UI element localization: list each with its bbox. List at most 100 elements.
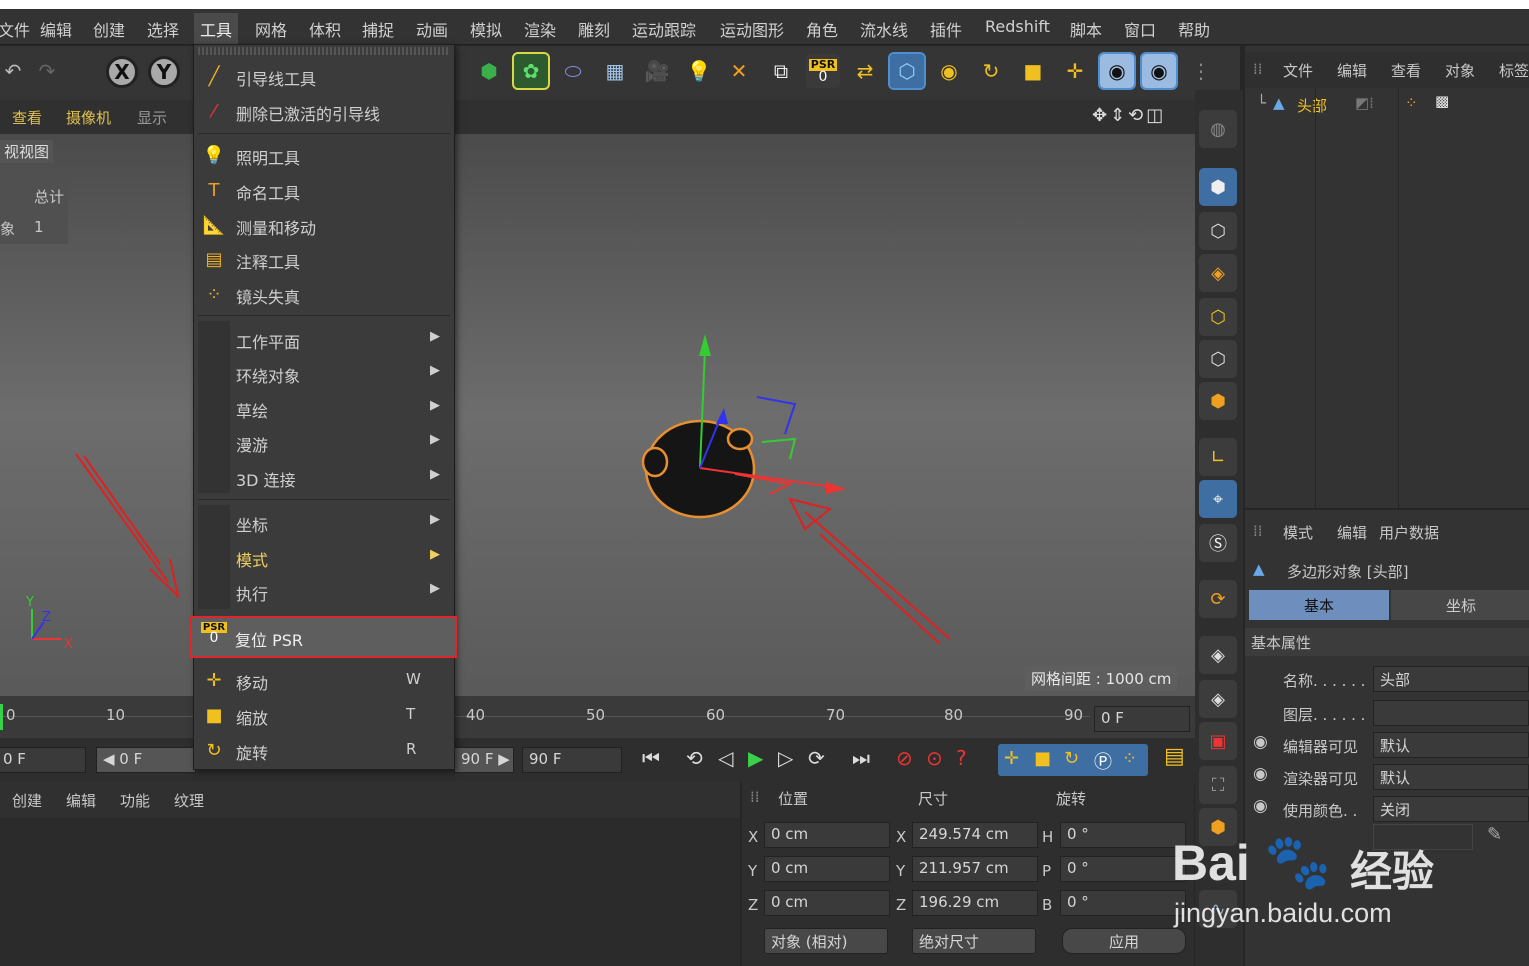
submenu-navigate[interactable]: 漫游 ▶ bbox=[194, 425, 454, 459]
menu-render[interactable]: 渲染 bbox=[524, 17, 556, 41]
workplane-icon[interactable]: ◈ bbox=[1199, 254, 1237, 292]
material-area[interactable] bbox=[0, 818, 740, 966]
move-toolbar-icon[interactable]: ✛ bbox=[1058, 54, 1092, 88]
scene-icon[interactable]: ⧉ bbox=[764, 54, 798, 88]
solo-icon[interactable]: ⬢ bbox=[1199, 808, 1237, 846]
pos-x-field[interactable]: 0 cm bbox=[764, 822, 890, 848]
floor-icon[interactable]: ▦ bbox=[598, 54, 632, 88]
menu-item-annotation[interactable]: ▤ 注释工具 bbox=[194, 242, 454, 276]
size-z-field[interactable]: 196.29 cm bbox=[912, 890, 1038, 916]
menu-edit[interactable]: 编辑 bbox=[40, 17, 72, 41]
playhead[interactable] bbox=[0, 704, 3, 730]
am-menu-edit[interactable]: 编辑 bbox=[1337, 522, 1367, 543]
snap-icon[interactable]: Ⓢ bbox=[1199, 524, 1237, 562]
submenu-coordinates[interactable]: 坐标 ▶ bbox=[194, 505, 454, 539]
next-key-icon[interactable]: ⟳ bbox=[808, 746, 825, 770]
mat-menu-function[interactable]: 功能 bbox=[120, 790, 150, 811]
size-mode-select[interactable]: 绝对尺寸 bbox=[912, 928, 1036, 954]
rotate-toolbar-icon[interactable]: ↻ bbox=[974, 54, 1008, 88]
mat-menu-edit[interactable]: 编辑 bbox=[66, 790, 96, 811]
reset-psr-toolbar-button[interactable]: PSR 0 bbox=[806, 54, 840, 88]
menu-help[interactable]: 帮助 bbox=[1178, 17, 1210, 41]
menu-mesh[interactable]: 网格 bbox=[255, 17, 287, 41]
lock-y-button[interactable]: Y bbox=[148, 56, 180, 88]
lock-workplane-icon[interactable]: ◈ bbox=[1199, 636, 1237, 674]
name-input[interactable]: 头部 bbox=[1373, 666, 1529, 692]
rect-select-icon[interactable]: ◉ bbox=[1140, 52, 1178, 90]
radio-icon[interactable]: ◉ bbox=[1253, 732, 1268, 752]
submenu-3d-connect[interactable]: 3D 连接 ▶ bbox=[194, 460, 454, 494]
menu-item-scale[interactable]: ■ 缩放 T bbox=[194, 698, 454, 732]
key-filters[interactable]: ✛ ■ ↻ Ⓟ ⁘ bbox=[998, 744, 1148, 776]
menu-sculpt[interactable]: 雕刻 bbox=[578, 17, 610, 41]
om-menu-view[interactable]: 查看 bbox=[1391, 60, 1421, 81]
scale-toolbar-icon[interactable]: ■ bbox=[1016, 54, 1050, 88]
menu-character[interactable]: 角色 bbox=[806, 17, 838, 41]
tab-basic[interactable]: 基本 bbox=[1249, 590, 1389, 620]
object-row[interactable]: └ ▲ 头部 ◩⁞ ⁘ ▩ bbox=[1245, 88, 1529, 124]
size-y-field[interactable]: 211.957 cm bbox=[912, 856, 1038, 882]
polygons-mode-icon[interactable]: ⬢ bbox=[1199, 382, 1237, 420]
axis-mode-icon[interactable]: ∟ bbox=[1199, 438, 1237, 476]
om-menu-file[interactable]: 文件 bbox=[1283, 60, 1313, 81]
preview-end-field[interactable]: 90 F ▶ bbox=[454, 747, 514, 773]
end-frame-field[interactable]: 90 F bbox=[522, 747, 622, 773]
rot-p-field[interactable]: 0 ° bbox=[1060, 856, 1186, 882]
model-mode-icon[interactable]: ⬢ bbox=[1199, 168, 1237, 206]
menu-item-delete-guides[interactable]: ⁄ 删除已激活的引导线 bbox=[194, 94, 454, 128]
points-mode-icon[interactable]: ⬡ bbox=[1199, 298, 1237, 336]
key-param-icon[interactable]: Ⓟ bbox=[1094, 748, 1112, 774]
live-select-icon[interactable]: ◉ bbox=[1098, 52, 1136, 90]
tab-coords[interactable]: 坐标 bbox=[1391, 590, 1529, 620]
select-icon[interactable]: ◉ bbox=[932, 54, 966, 88]
timeline-icon[interactable]: ▤ bbox=[1164, 744, 1185, 769]
pos-z-field[interactable]: 0 cm bbox=[764, 890, 890, 916]
submenu-sketch[interactable]: 草绘 ▶ bbox=[194, 391, 454, 425]
current-frame-field[interactable]: 0 F bbox=[1094, 706, 1190, 732]
menu-item-guide-tool[interactable]: ╱ 引导线工具 bbox=[194, 59, 454, 93]
timeline[interactable]: 0 10 40 50 60 70 80 90 0 F bbox=[0, 696, 1195, 738]
more-tools-icon[interactable]: ⋮ bbox=[1184, 54, 1218, 88]
display-color-swatch[interactable] bbox=[1373, 824, 1473, 850]
keyframe-selection-icon[interactable]: ? bbox=[956, 746, 967, 770]
menu-snap[interactable]: 捕捉 bbox=[362, 17, 394, 41]
om-menu-object[interactable]: 对象 bbox=[1445, 60, 1475, 81]
prev-key-icon[interactable]: ⟲ bbox=[686, 746, 703, 770]
goto-start-icon[interactable]: ⏮ bbox=[642, 746, 660, 770]
menu-item-naming-tool[interactable]: T 命名工具 bbox=[194, 173, 454, 207]
key-pla-icon[interactable]: ⁘ bbox=[1122, 748, 1137, 769]
pos-y-field[interactable]: 0 cm bbox=[764, 856, 890, 882]
mat-menu-texture[interactable]: 纹理 bbox=[174, 790, 204, 811]
rot-b-field[interactable]: 0 ° bbox=[1060, 890, 1186, 916]
menu-script[interactable]: 脚本 bbox=[1070, 17, 1102, 41]
render-visible-select[interactable]: 默认 bbox=[1373, 764, 1529, 790]
menu-item-lens-distortion[interactable]: ⁘ 镜头失真 bbox=[194, 277, 454, 311]
menu-select[interactable]: 选择 bbox=[147, 17, 179, 41]
camera-icon[interactable]: 🎥 bbox=[640, 54, 674, 88]
menu-animate[interactable]: 动画 bbox=[416, 17, 448, 41]
mat-menu-create[interactable]: 创建 bbox=[12, 790, 42, 811]
generator-icon[interactable]: ✿ bbox=[512, 52, 550, 90]
am-menu-mode[interactable]: 模式 bbox=[1283, 522, 1313, 543]
menu-motion-tracking[interactable]: 运动跟踪 bbox=[632, 17, 696, 41]
spline-icon[interactable]: ∿ bbox=[1199, 890, 1237, 928]
texture-mode-icon[interactable]: ⬡ bbox=[1199, 212, 1237, 250]
key-scale-icon[interactable]: ■ bbox=[1034, 748, 1051, 769]
texture-tag-icon[interactable]: ▩ bbox=[1435, 92, 1449, 110]
menu-item-move[interactable]: ✛ 移动 W bbox=[194, 663, 454, 697]
menu-item-measure[interactable]: 📐 测量和移动 bbox=[194, 208, 454, 242]
submenu-modes[interactable]: 模式 ▶ bbox=[194, 540, 454, 574]
tweak-mode-icon[interactable]: ⌖ bbox=[1199, 480, 1237, 518]
goto-end-icon[interactable]: ⏭ bbox=[852, 746, 870, 770]
menu-mograph[interactable]: 运动图形 bbox=[720, 17, 784, 41]
menu-simulate[interactable]: 模拟 bbox=[470, 17, 502, 41]
om-menu-tags[interactable]: 标签 bbox=[1499, 60, 1529, 81]
prev-frame-icon[interactable]: ◁ bbox=[718, 746, 733, 770]
3d-viewport[interactable]: Y X Z bbox=[0, 134, 1195, 696]
target-icon[interactable]: ✕ bbox=[722, 54, 756, 88]
align-workplane-icon[interactable]: ◈ bbox=[1199, 680, 1237, 718]
deformer-icon[interactable]: ⬭ bbox=[556, 54, 590, 88]
menu-plugins[interactable]: 插件 bbox=[930, 17, 962, 41]
magnet-icon[interactable]: ⟳ bbox=[1199, 580, 1237, 618]
object-mode-icon[interactable]: ⬡ bbox=[888, 52, 926, 90]
